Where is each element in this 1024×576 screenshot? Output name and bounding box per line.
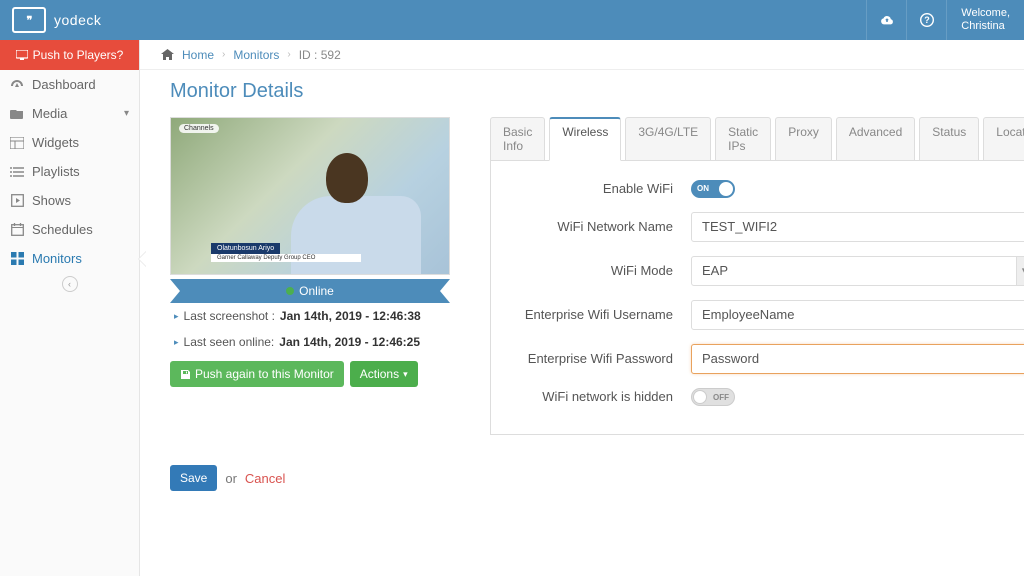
network-name-label: WiFi Network Name <box>511 219 691 234</box>
cloud-button[interactable] <box>866 0 906 40</box>
welcome-username: Christina <box>961 20 1010 33</box>
enable-wifi-toggle[interactable]: ON <box>691 180 735 198</box>
breadcrumb-sep: › <box>222 49 225 60</box>
sidebar-item-label: Monitors <box>32 251 82 266</box>
toggle-knob-icon <box>719 182 733 196</box>
list-icon <box>10 165 24 179</box>
help-icon: ? <box>920 13 934 27</box>
save-button[interactable]: Save <box>170 465 217 491</box>
monitor-screenshot[interactable]: Channels Olatunbosun Ariyo Garner Callaw… <box>170 117 450 275</box>
chevron-down-icon: ▼ <box>1016 257 1024 285</box>
sidebar-collapse-button[interactable]: ‹ <box>0 273 139 295</box>
toggle-knob-icon <box>693 390 707 404</box>
active-indicator-icon <box>139 251 147 267</box>
cancel-link[interactable]: Cancel <box>245 471 285 486</box>
ent-password-input[interactable] <box>691 344 1024 374</box>
welcome-block[interactable]: Welcome, Christina <box>946 0 1024 40</box>
svg-text:?: ? <box>924 15 930 25</box>
sidebar-item-playlists[interactable]: Playlists <box>0 157 139 186</box>
brand[interactable]: ❞ yodeck <box>0 7 113 33</box>
sidebar-item-dashboard[interactable]: Dashboard <box>0 70 139 99</box>
breadcrumb: Home › Monitors › ID : 592 <box>140 40 1024 70</box>
hidden-network-label: WiFi network is hidden <box>511 389 691 404</box>
settings-column: Basic Info Wireless 3G/4G/LTE Static IPs… <box>490 117 1024 435</box>
tab-wireless[interactable]: Wireless <box>549 117 621 161</box>
play-icon <box>10 194 24 208</box>
last-screenshot-line: ▸ Last screenshot : Jan 14th, 2019 - 12:… <box>170 303 450 329</box>
sidebar-item-label: Dashboard <box>32 77 96 92</box>
push-label: Push to Players? <box>33 48 124 62</box>
tab-static-ips[interactable]: Static IPs <box>715 117 771 161</box>
brand-logo-icon: ❞ <box>12 7 46 33</box>
screenshot-lower-third: Olatunbosun Ariyo Garner Callaway Deputy… <box>211 238 371 262</box>
status-label: Online <box>299 284 334 298</box>
main: Home › Monitors › ID : 592 Monitor Detai… <box>140 40 1024 576</box>
caret-right-icon: ▸ <box>174 337 179 348</box>
sidebar-item-schedules[interactable]: Schedules <box>0 215 139 244</box>
wifi-mode-label: WiFi Mode <box>511 263 691 278</box>
hidden-network-toggle[interactable]: OFF <box>691 388 735 406</box>
sidebar: Push to Players? Dashboard Media ▾ Widge… <box>0 40 140 576</box>
push-icon <box>16 50 28 60</box>
sidebar-item-label: Media <box>32 106 67 121</box>
sidebar-item-label: Shows <box>32 193 71 208</box>
footer-actions: Save or Cancel <box>170 465 994 491</box>
grid-icon <box>10 252 24 266</box>
monitor-preview-column: Channels Olatunbosun Ariyo Garner Callaw… <box>170 117 450 387</box>
last-seen-line: ▸ Last seen online: Jan 14th, 2019 - 12:… <box>170 329 450 355</box>
page-title: Monitor Details <box>170 80 994 103</box>
chevron-down-icon: ▾ <box>124 108 129 119</box>
folder-icon <box>10 107 24 121</box>
screenshot-watermark: Channels <box>179 124 219 133</box>
tab-advanced[interactable]: Advanced <box>836 117 915 161</box>
actions-button[interactable]: Actions ▾ <box>350 361 418 387</box>
help-button[interactable]: ? <box>906 0 946 40</box>
breadcrumb-monitors[interactable]: Monitors <box>233 48 279 62</box>
topbar: ❞ yodeck ? Welcome, Christina <box>0 0 1024 40</box>
wifi-mode-select[interactable]: EAP ▼ <box>691 256 1024 286</box>
wifi-mode-value: EAP <box>702 263 728 278</box>
enable-wifi-label: Enable WiFi <box>511 181 691 196</box>
breadcrumb-sep: › <box>287 49 290 60</box>
caret-right-icon: ▸ <box>174 311 179 322</box>
push-to-players-button[interactable]: Push to Players? <box>0 40 139 70</box>
home-icon <box>160 48 174 62</box>
save-icon <box>180 369 191 380</box>
tab-3g4glte[interactable]: 3G/4G/LTE <box>625 117 711 161</box>
footer-or: or <box>225 471 237 486</box>
push-again-button[interactable]: Push again to this Monitor <box>170 361 344 387</box>
calendar-icon <box>10 223 24 237</box>
sidebar-item-label: Playlists <box>32 164 80 179</box>
status-dot-icon <box>286 287 294 295</box>
chevron-left-icon: ‹ <box>62 276 78 292</box>
sidebar-item-label: Widgets <box>32 135 79 150</box>
cloud-upload-icon <box>880 13 894 27</box>
gauge-icon <box>10 78 24 92</box>
ent-username-label: Enterprise Wifi Username <box>511 307 691 322</box>
tab-basic-info[interactable]: Basic Info <box>490 117 545 161</box>
sidebar-item-monitors[interactable]: Monitors <box>0 244 139 273</box>
sidebar-item-label: Schedules <box>32 222 93 237</box>
wireless-panel: Enable WiFi ON WiFi Network Name <box>490 160 1024 435</box>
ent-username-input[interactable] <box>691 300 1024 330</box>
brand-name: yodeck <box>54 12 101 28</box>
chevron-down-icon: ▾ <box>403 369 408 380</box>
status-ribbon: Online <box>170 279 450 303</box>
sidebar-item-media[interactable]: Media ▾ <box>0 99 139 128</box>
breadcrumb-home[interactable]: Home <box>182 48 214 62</box>
sidebar-item-shows[interactable]: Shows <box>0 186 139 215</box>
ent-password-label: Enterprise Wifi Password <box>511 351 691 366</box>
sidebar-item-widgets[interactable]: Widgets <box>0 128 139 157</box>
breadcrumb-current: ID : 592 <box>299 48 341 62</box>
network-name-input[interactable] <box>691 212 1024 242</box>
widgets-icon <box>10 136 24 150</box>
tabs: Basic Info Wireless 3G/4G/LTE Static IPs… <box>490 117 1024 161</box>
tab-location[interactable]: Location <box>983 117 1024 161</box>
tab-status[interactable]: Status <box>919 117 979 161</box>
tab-proxy[interactable]: Proxy <box>775 117 832 161</box>
welcome-label: Welcome, <box>961 7 1010 20</box>
